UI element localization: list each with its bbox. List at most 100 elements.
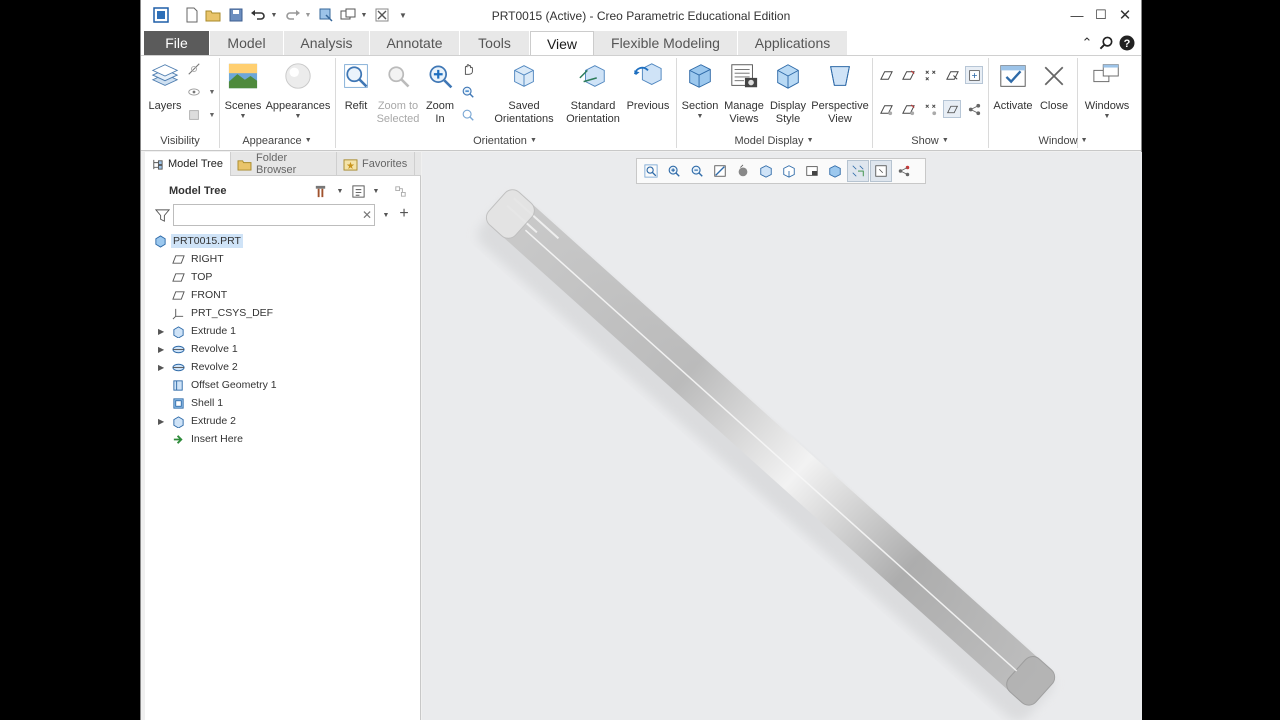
part-model-render [477,189,1056,720]
windows-button[interactable]: Windows ▼ [1081,58,1133,121]
filter-icon[interactable] [153,206,171,224]
tab-flexible-modeling[interactable]: Flexible Modeling [594,31,738,55]
point-display-icon[interactable] [921,66,939,84]
tab-view[interactable]: View [530,31,594,55]
tree-item-offset-geometry-1[interactable]: Offset Geometry 1 [145,376,415,394]
display-style-button[interactable]: Display Style [767,58,809,126]
folder-icon [237,158,252,171]
layers-button[interactable]: Layers [147,58,183,113]
creo-window: ▼ ▼ ▼ ▼ PRT0015 (Active) - Creo Parametr… [140,0,1142,720]
tree-item-insert-here[interactable]: Insert Here [145,430,415,448]
tree-item-front[interactable]: FRONT [145,286,415,304]
point-tag-display-icon[interactable] [921,100,939,118]
activate-icon [997,60,1029,92]
appearances-label: Appearances [265,100,331,112]
eye-icon[interactable] [185,83,203,101]
close-icon[interactable]: ✕ [1113,4,1137,26]
tab-annotate[interactable]: Annotate [370,31,460,55]
tab-model[interactable]: Model [210,31,284,55]
hide-icon[interactable] [185,60,203,78]
zoom-in-button[interactable]: Zoom In [423,58,457,126]
spin-center-display-icon[interactable] [965,66,983,84]
axis-display-icon[interactable] [899,66,917,84]
tree-item-label: Revolve 2 [191,361,238,373]
csys-icon [171,306,185,320]
perspective-view-button[interactable]: Perspective View [811,58,869,126]
activate-button[interactable]: Activate [991,58,1035,113]
search-icon[interactable] [1097,34,1115,52]
manage-views-button[interactable]: Manage Views [723,58,765,126]
tree-item-part[interactable]: PRT0015.PRT [145,232,415,250]
collapse-ribbon-icon[interactable]: ⌃ [1078,34,1096,52]
appearances-button[interactable]: Appearances ▼ [265,58,331,121]
tree-search-input[interactable]: ✕ [173,204,375,226]
tab-applications[interactable]: Applications [738,31,848,55]
graphics-window[interactable] [422,152,1142,720]
pan-icon[interactable] [459,60,477,78]
zoom-selected-button[interactable]: Zoom to Selected [375,58,421,126]
tab-model-tree[interactable]: Model Tree [145,152,231,176]
shell-icon [171,396,185,410]
csys-tag-display-icon[interactable] [943,100,961,118]
group-show-label: Show [911,135,939,147]
previous-icon [632,60,664,92]
close-button[interactable]: Close [1037,58,1071,113]
tree-item-revolve-2[interactable]: ▶ Revolve 2 [145,358,415,376]
status-icon[interactable] [185,106,203,124]
tab-analysis[interactable]: Analysis [284,31,370,55]
annotation-display-icon[interactable] [965,100,983,118]
standard-orientation-button[interactable]: Standard Orientation [563,58,623,126]
plane-display-icon[interactable] [877,66,895,84]
tab-folder-browser[interactable]: Folder Browser [231,152,337,176]
clear-search-icon[interactable]: ✕ [358,206,376,224]
layers-label: Layers [148,100,182,112]
expand-icon[interactable]: ▶ [158,345,168,354]
scenes-button[interactable]: Scenes ▼ [225,58,261,121]
tab-favorites[interactable]: Favorites [337,152,415,176]
group-window-label: Window [1038,135,1078,147]
maximize-icon[interactable]: ☐ [1089,4,1113,26]
insert-arrow-icon [171,432,185,446]
scenes-icon [227,60,259,92]
previous-button[interactable]: Previous [625,58,671,113]
ribbon-tab-bar: File Model Analysis Annotate Tools View … [141,31,1141,55]
expand-icon[interactable]: ▶ [158,363,168,372]
axis-tag-display-icon[interactable] [899,100,917,118]
tree-item-extrude-2[interactable]: ▶ Extrude 2 [145,412,415,430]
tree-item-csys[interactable]: PRT_CSYS_DEF [145,304,415,322]
group-orientation-label: Orientation [473,135,527,147]
tree-item-label: FRONT [191,289,228,301]
tree-item-extrude-1[interactable]: ▶ Extrude 1 [145,322,415,340]
tree-item-shell-1[interactable]: Shell 1 [145,394,415,412]
add-filter-icon[interactable]: + [395,205,413,223]
tab-file[interactable]: File [144,31,210,55]
group-visibility: Visibility [160,135,200,147]
expand-icon[interactable]: ▶ [158,327,168,336]
tree-item-right[interactable]: RIGHT [145,250,415,268]
tree-item-revolve-1[interactable]: ▶ Revolve 1 [145,340,415,358]
zoom-out-icon[interactable] [459,83,477,101]
tree-settings-icon[interactable] [311,182,329,200]
section-button[interactable]: Section ▼ [679,58,721,121]
revolve-icon [171,342,185,356]
help-icon[interactable]: ? [1118,34,1136,52]
csys-display-icon[interactable] [943,66,961,84]
saved-orientations-button[interactable]: Saved Orientations [489,58,559,126]
show-icon[interactable] [349,182,367,200]
close-x-icon [1038,60,1070,92]
tree-filter-icon[interactable] [391,182,409,200]
close-label: Close [1039,100,1069,112]
plane-tag-display-icon[interactable] [877,100,895,118]
tree-item-label: Revolve 1 [191,343,238,355]
search-dropdown-icon[interactable]: ▼ [377,206,395,224]
group-orientation: Orientation ▼ [473,135,537,147]
minimize-icon[interactable]: — [1065,4,1089,26]
refit-button[interactable]: Refit [339,58,373,113]
expand-icon[interactable]: ▶ [158,417,168,426]
tab-tools[interactable]: Tools [460,31,530,55]
tree-item-top[interactable]: TOP [145,268,415,286]
repaint-icon[interactable] [459,106,477,124]
show-dropdown-icon[interactable]: ▼ [367,182,385,200]
tree-settings-dropdown-icon[interactable]: ▼ [331,182,349,200]
zoom-selected-icon [382,60,414,92]
